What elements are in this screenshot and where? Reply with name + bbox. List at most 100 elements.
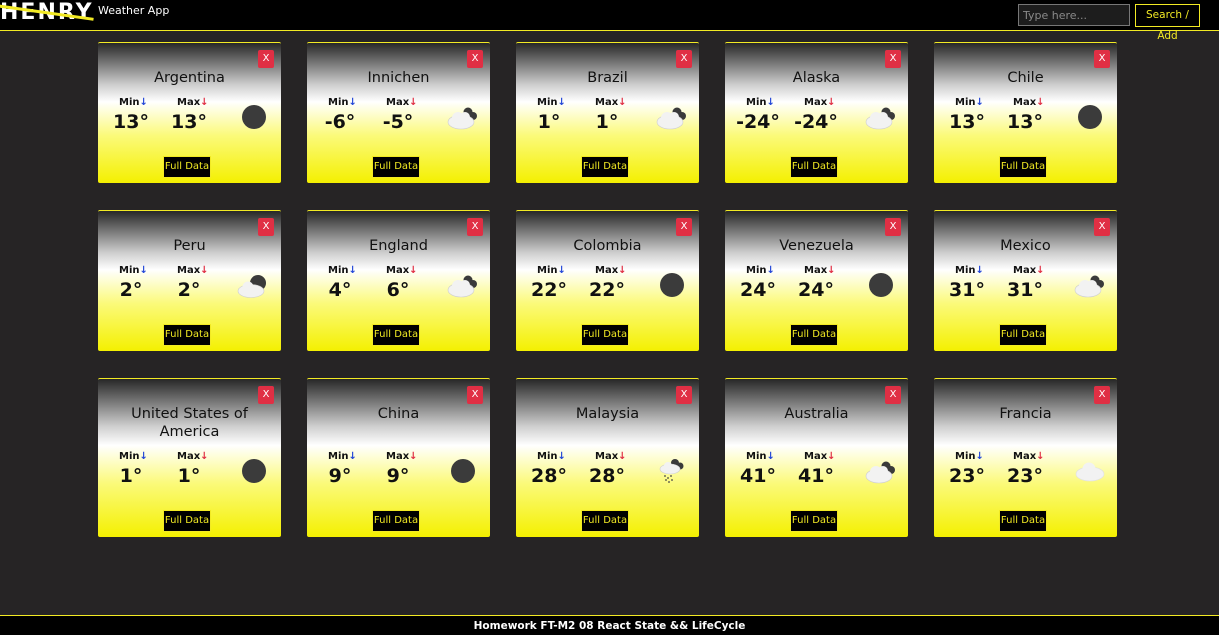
city-name: Colombia [573,238,642,254]
cloudy-icon [445,102,481,132]
full-data-button[interactable]: Full Data [999,324,1047,346]
max-label-text: Max [386,97,410,108]
min-label-text: Min [537,265,558,276]
max-label-text: Max [804,97,828,108]
close-button[interactable]: X [1094,386,1110,404]
full-data-button[interactable]: Full Data [790,156,838,178]
max-label: Max↓ [386,97,418,108]
min-label-text: Min [955,451,976,462]
cloudy-icon [863,102,899,132]
full-data-button[interactable]: Full Data [790,324,838,346]
min-arrow-icon: ↓ [348,451,357,462]
city-name: Brazil [587,70,628,86]
full-data-button[interactable]: Full Data [372,156,420,178]
close-button[interactable]: X [1094,50,1110,68]
min-arrow-icon: ↓ [975,97,984,108]
max-arrow-icon: ↓ [618,97,627,108]
min-label: Min↓ [119,265,148,276]
close-button[interactable]: X [885,218,901,236]
min-label: Min↓ [537,451,566,462]
close-button[interactable]: X [676,218,692,236]
min-label: Min↓ [955,451,984,462]
min-arrow-icon: ↓ [348,265,357,276]
min-temp: 13° [113,111,149,133]
min-label: Min↓ [746,451,775,462]
min-label: Min↓ [746,265,775,276]
max-label: Max↓ [386,451,418,462]
cloudy-icon [863,456,899,486]
city-name: Innichen [367,70,430,86]
min-label: Min↓ [328,451,357,462]
max-label-text: Max [595,451,619,462]
min-arrow-icon: ↓ [557,451,566,462]
max-temp: -24° [794,111,838,133]
min-label: Min↓ [328,97,357,108]
city-card: X Colombia Min↓ Max↓ 22° 22° Full Data [516,210,699,351]
max-label-text: Max [595,97,619,108]
full-data-button[interactable]: Full Data [163,510,211,532]
min-arrow-icon: ↓ [348,97,357,108]
full-data-button[interactable]: Full Data [581,510,629,532]
max-arrow-icon: ↓ [1036,97,1045,108]
close-button[interactable]: X [676,386,692,404]
full-data-button[interactable]: Full Data [581,324,629,346]
min-temp: 1° [119,465,143,487]
close-button[interactable]: X [467,218,483,236]
max-label: Max↓ [595,451,627,462]
min-label-text: Min [119,97,140,108]
max-label: Max↓ [804,265,836,276]
full-data-button[interactable]: Full Data [581,156,629,178]
close-button[interactable]: X [1094,218,1110,236]
city-card: X Brazil Min↓ Max↓ 1° 1° Full Data [516,42,699,183]
max-temp: 23° [1007,465,1043,487]
city-card: X England Min↓ Max↓ 4° 6° Full Data [307,210,490,351]
close-button[interactable]: X [258,218,274,236]
min-label-text: Min [328,451,349,462]
min-label: Min↓ [537,97,566,108]
close-button[interactable]: X [258,50,274,68]
close-button[interactable]: X [676,50,692,68]
city-card: X Mexico Min↓ Max↓ 31° 31° Full Data [934,210,1117,351]
city-card: X Argentina Min↓ Max↓ 13° 13° Full Data [98,42,281,183]
max-arrow-icon: ↓ [827,265,836,276]
city-name: Alaska [792,70,841,86]
city-name: Australia [784,406,849,422]
max-arrow-icon: ↓ [200,265,209,276]
max-arrow-icon: ↓ [409,451,418,462]
min-label-text: Min [328,265,349,276]
min-temp: 22° [531,279,567,301]
city-card: X Venezuela Min↓ Max↓ 24° 24° Full Data [725,210,908,351]
full-data-button[interactable]: Full Data [163,324,211,346]
moon-icon [1072,102,1108,132]
max-temp: 41° [798,465,834,487]
close-button[interactable]: X [885,386,901,404]
max-temp: 13° [171,111,207,133]
min-arrow-icon: ↓ [139,97,148,108]
full-data-button[interactable]: Full Data [372,510,420,532]
max-temp: 24° [798,279,834,301]
city-name: China [377,406,420,422]
min-arrow-icon: ↓ [766,97,775,108]
max-temp: 22° [589,279,625,301]
max-label-text: Max [386,451,410,462]
full-data-button[interactable]: Full Data [163,156,211,178]
full-data-button[interactable]: Full Data [372,324,420,346]
max-label: Max↓ [1013,97,1045,108]
min-label-text: Min [119,451,140,462]
max-label: Max↓ [1013,451,1045,462]
max-label: Max↓ [386,265,418,276]
max-label: Max↓ [177,97,209,108]
close-button[interactable]: X [258,386,274,404]
max-arrow-icon: ↓ [1036,265,1045,276]
max-temp: -5° [382,111,414,133]
close-button[interactable]: X [885,50,901,68]
min-temp: 23° [949,465,985,487]
full-data-button[interactable]: Full Data [999,510,1047,532]
close-button[interactable]: X [467,386,483,404]
max-label: Max↓ [804,97,836,108]
close-button[interactable]: X [467,50,483,68]
full-data-button[interactable]: Full Data [999,156,1047,178]
full-data-button[interactable]: Full Data [790,510,838,532]
city-card: X Peru Min↓ Max↓ 2° 2° Full Data [98,210,281,351]
min-arrow-icon: ↓ [766,451,775,462]
